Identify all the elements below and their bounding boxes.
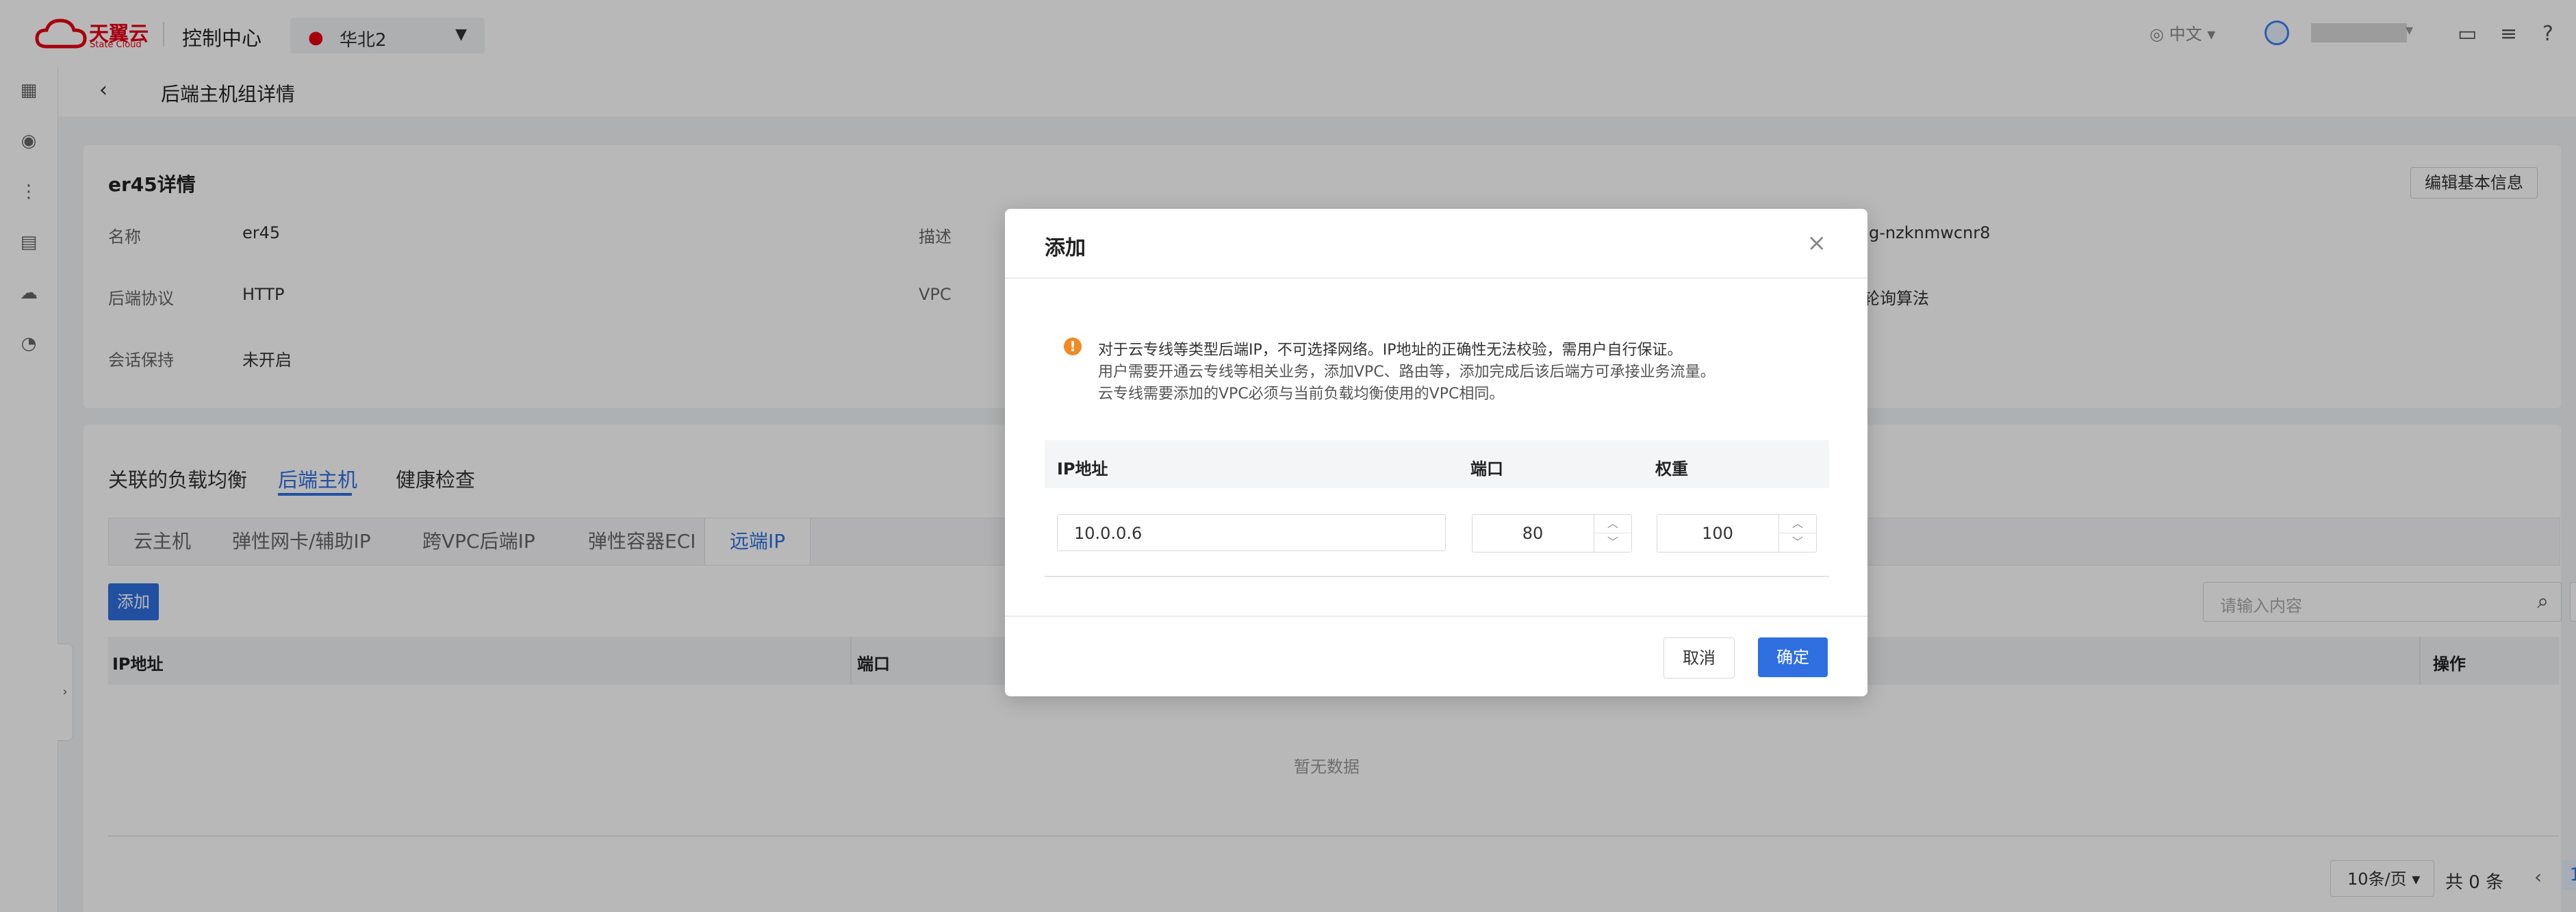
dialog-title: 添加	[1045, 236, 1086, 260]
weight-stepper[interactable]: 100 ︿ ﹀	[1657, 514, 1817, 553]
weight-value[interactable]: 100	[1657, 515, 1778, 552]
column-weight: 权重	[1655, 459, 1688, 479]
column-port: 端口	[1470, 459, 1503, 479]
weight-stepper-controls: ︿ ﹀	[1778, 515, 1816, 552]
add-remote-ip-dialog: 添加 × ! 对于云专线等类型后端IP，不可选择网络。IP地址的正确性无法校验，…	[1005, 209, 1867, 696]
ip-address-input[interactable]: 10.0.0.6	[1057, 514, 1446, 551]
chevron-up-icon[interactable]: ︿	[1594, 515, 1631, 533]
dialog-table-header: IP地址 端口 权重	[1045, 440, 1829, 488]
warning-icon: !	[1064, 338, 1082, 355]
chevron-down-icon[interactable]: ﹀	[1779, 533, 1816, 551]
close-icon[interactable]: ×	[1807, 229, 1827, 257]
dialog-table-bottom-border	[1045, 576, 1829, 577]
chevron-up-icon[interactable]: ︿	[1779, 515, 1816, 533]
dialog-footer-divider	[1005, 616, 1867, 617]
warning-line-3: 云专线需要添加的VPC必须与当前负载均衡使用的VPC相同。	[1098, 385, 1505, 403]
warning-line-1: 对于云专线等类型后端IP，不可选择网络。IP地址的正确性无法校验，需用户自行保证…	[1098, 342, 1683, 359]
port-value[interactable]: 80	[1472, 515, 1593, 552]
port-stepper[interactable]: 80 ︿ ﹀	[1472, 514, 1632, 553]
column-ip: IP地址	[1057, 459, 1108, 479]
port-stepper-controls: ︿ ﹀	[1594, 515, 1631, 552]
warning-line-2: 用户需要开通云专线等相关业务，添加VPC、路由等，添加完成后该后端方可承接业务流…	[1098, 364, 1716, 381]
cancel-button[interactable]: 取消	[1663, 637, 1735, 679]
confirm-button[interactable]: 确定	[1758, 637, 1828, 677]
dialog-header-divider	[1005, 277, 1867, 279]
chevron-down-icon[interactable]: ﹀	[1594, 533, 1631, 551]
